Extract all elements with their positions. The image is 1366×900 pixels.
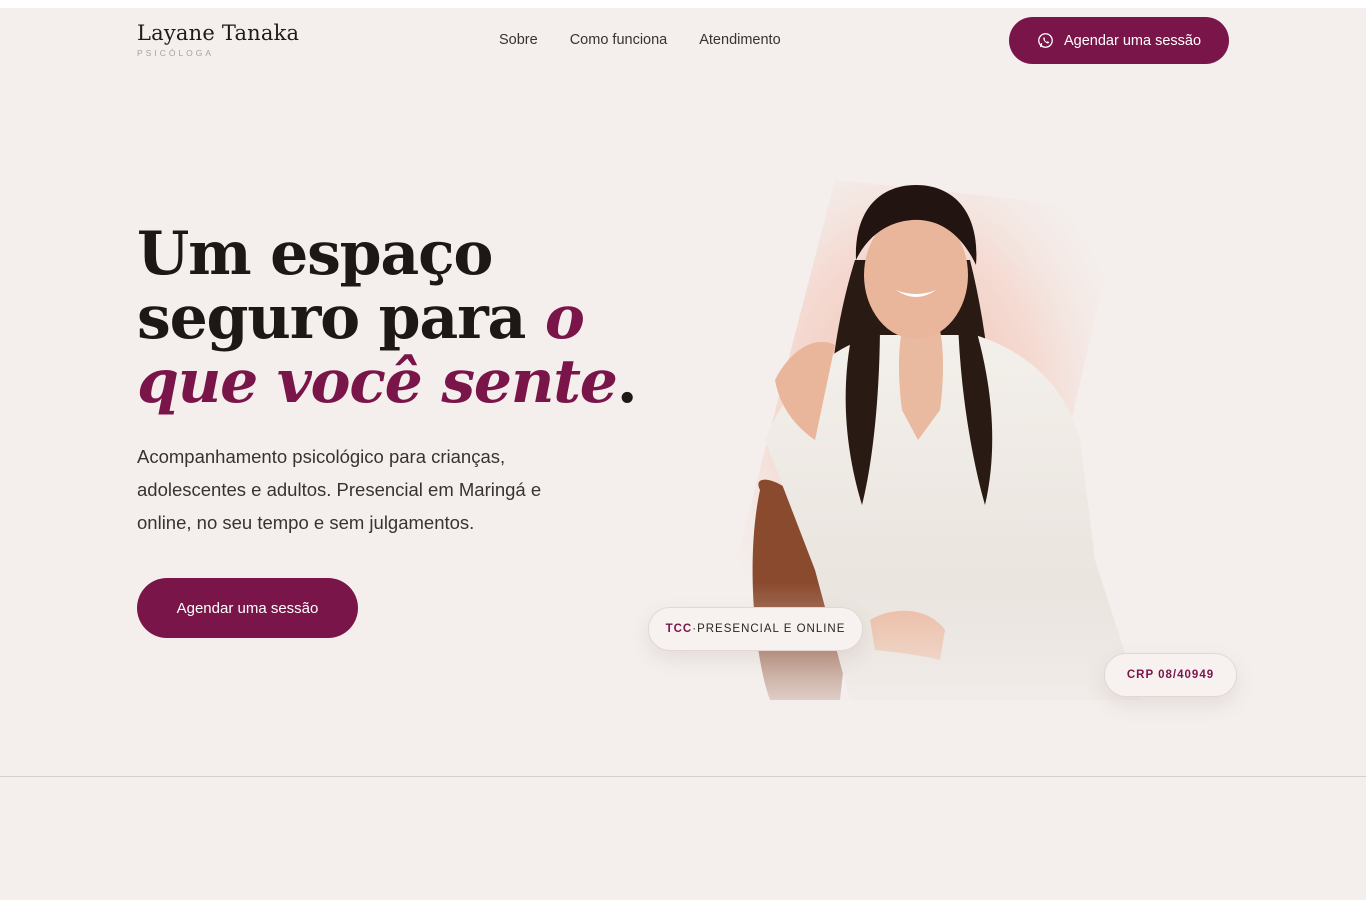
nav-cta-label: Agendar uma sessão [1063,32,1202,49]
hero-title-part1: Um espaço seguro para [137,219,545,353]
schedule-session-button-hero[interactable]: Agendar uma sessão [137,578,358,638]
mode-label: PRESENCIAL E ONLINE [697,623,846,635]
nav-link-como-funciona[interactable]: Como funciona [570,30,668,50]
brand-logo[interactable]: Layane Tanaka PSICÓLOGA [137,20,299,58]
hero-title: Um espaço seguro para o que você sente. [137,222,657,414]
nav-link-sobre[interactable]: Sobre [499,30,538,50]
therapy-mode-badge: TCC · PRESENCIAL E ONLINE [648,607,863,651]
crp-badge: CRP 08/40949 [1104,653,1237,697]
brand-subtitle: PSICÓLOGA [137,48,215,58]
section-divider [0,776,1366,777]
nav-link-atendimento[interactable]: Atendimento [699,30,780,50]
brand-name: Layane Tanaka [137,21,300,45]
schedule-session-button-nav[interactable]: Agendar uma sessão [1009,17,1229,64]
approach-label: TCC [665,623,693,635]
whatsapp-icon [1038,33,1053,48]
hero-title-end: . [616,347,638,417]
main-nav: Sobre Como funciona Atendimento [499,30,781,50]
hero-subtitle: Acompanhamento psicológico para crianças… [137,446,542,533]
site-header: Layane Tanaka PSICÓLOGA Sobre Como funci… [0,8,1366,72]
top-strip [0,0,1366,8]
